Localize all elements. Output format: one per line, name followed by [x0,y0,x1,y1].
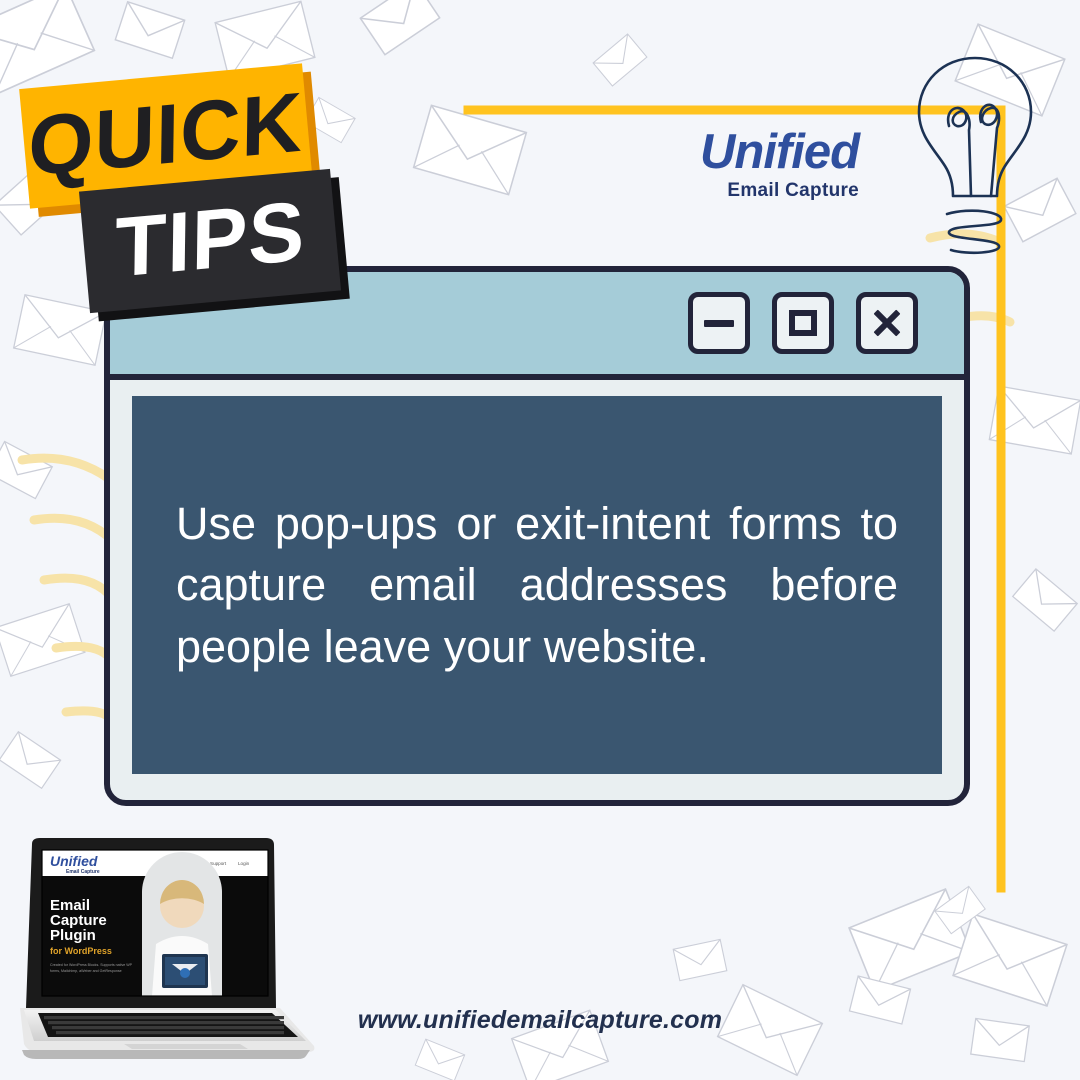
badge-tips-label: TIPS [114,182,306,295]
laptop-site-logo-sub: Email Capture [66,869,100,875]
maximize-icon [789,310,817,336]
maximize-button[interactable] [772,292,834,354]
tip-window: Use pop-ups or exit-intent forms to capt… [104,266,970,806]
lightbulb-icon [917,56,1033,255]
minimize-icon [704,319,734,327]
laptop-nav-support: Support [210,861,227,866]
laptop-fineprint-1: Created for WordPress Blocks. Supports n… [50,963,133,967]
tip-panel: Use pop-ups or exit-intent forms to capt… [132,396,942,774]
website-url[interactable]: www.unifiedemailcapture.com [0,1006,1080,1035]
minimize-button[interactable] [688,292,750,354]
brand-logo-tagline: Email Capture [727,180,860,201]
laptop-nav-login: Login [238,861,250,866]
brand-logo-word: Unified [700,125,860,179]
laptop-subhead: for WordPress [50,946,112,956]
window-body: Use pop-ups or exit-intent forms to capt… [110,380,964,800]
laptop-site-logo: Unified [50,853,98,869]
close-button[interactable] [856,292,918,354]
brand-logo: Unified Email Capture [700,125,860,202]
laptop-fineprint-2: forms, Mailchimp, aWeber and GetResponse [50,969,122,973]
badge-tips: TIPS [78,168,342,314]
close-icon [872,308,902,338]
laptop-headline-3: Plugin [50,927,96,944]
tip-text: Use pop-ups or exit-intent forms to capt… [176,497,898,672]
